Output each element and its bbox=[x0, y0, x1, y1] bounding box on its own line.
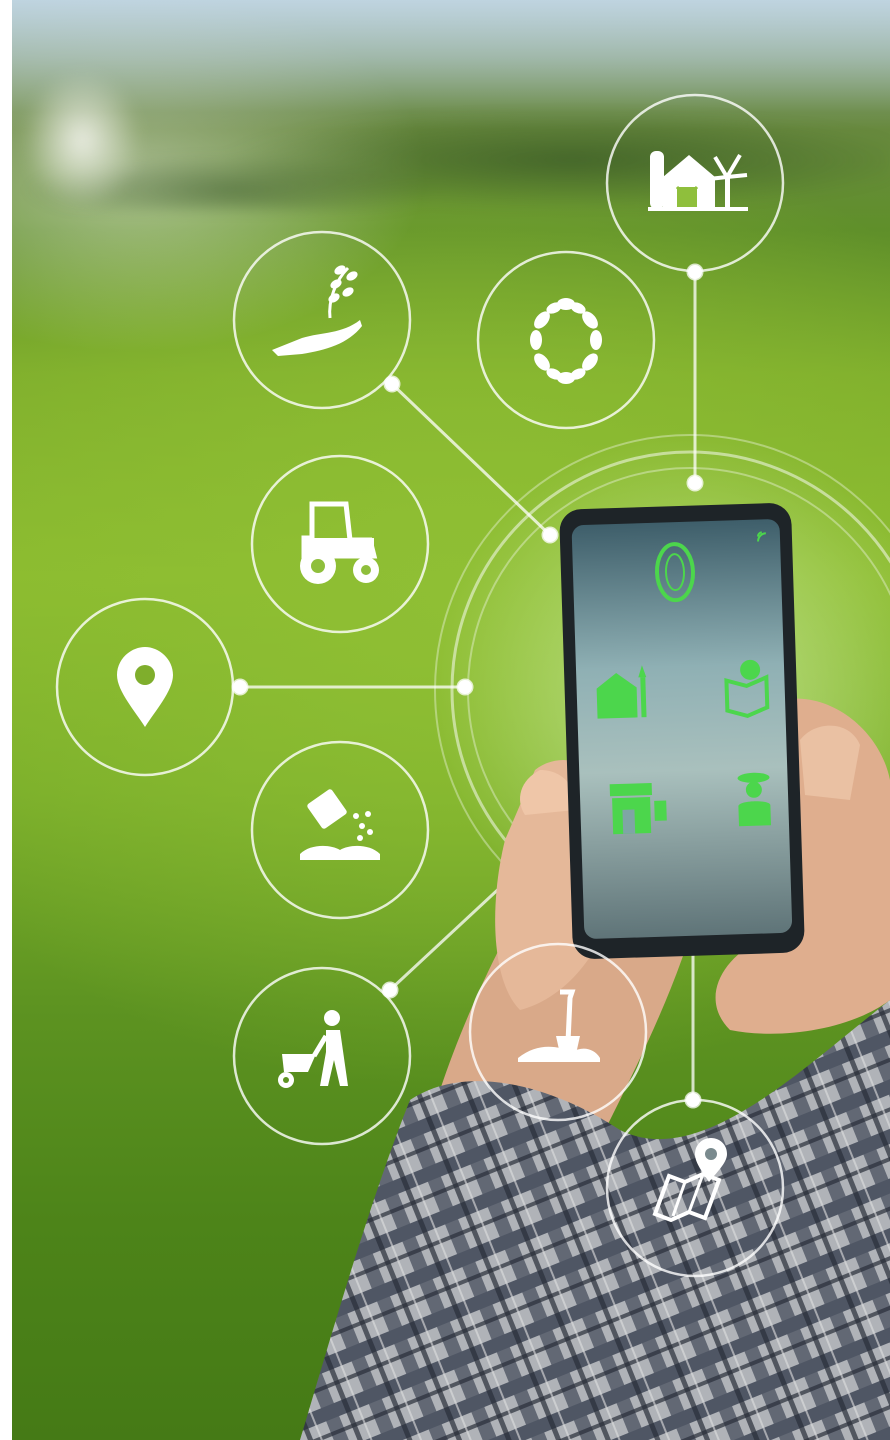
scene-overlay bbox=[55, 93, 890, 1440]
hand-seedling-icon bbox=[272, 265, 362, 356]
fertilizer-circle bbox=[250, 740, 430, 920]
location-pin-icon bbox=[117, 647, 173, 727]
seedling-circle bbox=[232, 230, 412, 410]
fertilizer-soil-icon bbox=[300, 789, 380, 860]
leaf-wreath-icon bbox=[530, 298, 602, 384]
tractor-icon bbox=[300, 501, 379, 584]
farmer-wheelbarrow-icon bbox=[278, 1010, 348, 1088]
smartphone bbox=[559, 503, 805, 959]
farm-barn-windmill-icon bbox=[648, 151, 748, 211]
wreath-circle bbox=[476, 250, 656, 430]
wheelbarrow-circle bbox=[232, 966, 412, 1146]
